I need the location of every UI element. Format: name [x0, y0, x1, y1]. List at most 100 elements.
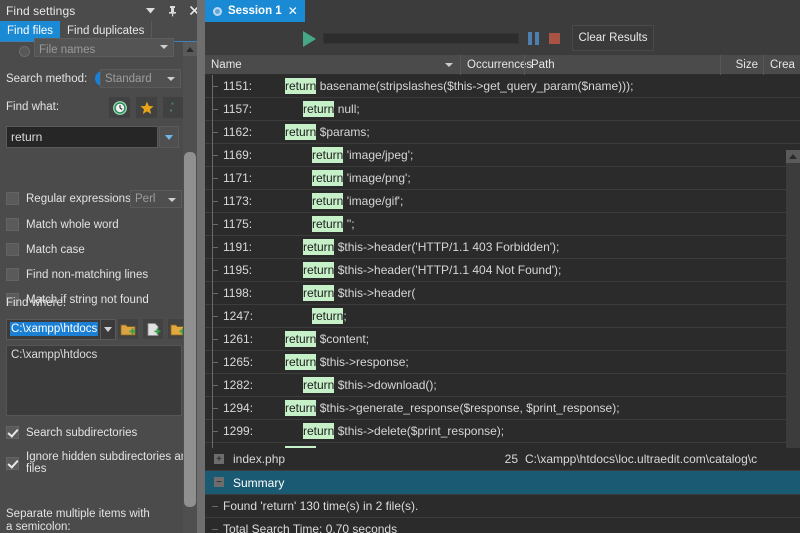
table-row[interactable]: 1175: return '';	[205, 213, 800, 236]
option-regular-expressions[interactable]: Regular expressions:	[6, 192, 134, 205]
result-code: return;	[312, 308, 347, 324]
tree-branch-icon	[212, 86, 218, 87]
tree-branch-icon	[212, 316, 218, 317]
result-code: return $this->generate_response($respons…	[285, 400, 620, 416]
option-label: Find non-matching lines	[26, 268, 149, 281]
result-code-rest: ;	[343, 309, 347, 323]
favorites-star-icon[interactable]	[135, 96, 158, 119]
list-item[interactable]: C:\xampp\htdocs	[11, 349, 181, 361]
table-row[interactable]: 1191: return $this->header('HTTP/1.1 403 …	[205, 236, 800, 259]
tab-find-files-label: Find files	[7, 25, 54, 37]
left-panel-scrollbar[interactable]	[183, 42, 197, 533]
checkbox[interactable]	[6, 426, 19, 439]
result-line-number: 1294:	[223, 401, 254, 415]
table-row[interactable]: 1171: return 'image/png';	[205, 167, 800, 190]
result-code: return $this->delete($print_response);	[303, 423, 504, 439]
table-row[interactable]: 1157: return null;	[205, 98, 800, 121]
history-clock-icon[interactable]	[108, 96, 131, 119]
result-code: return 'image/png';	[312, 170, 411, 186]
option-match-whole-word[interactable]: Match whole word	[6, 218, 119, 231]
summary-line-time: Total Search Time: 0.70 seconds	[205, 517, 800, 533]
scroll-up-icon[interactable]	[786, 150, 800, 163]
scrollbar-thumb[interactable]	[184, 152, 196, 507]
regex-wildcard-icon[interactable]: *	[162, 96, 185, 119]
pin-icon[interactable]	[166, 4, 179, 17]
results-scrollbar[interactable]	[786, 150, 800, 448]
find-where-path-list[interactable]: C:\xampp\htdocs	[6, 345, 182, 416]
table-row[interactable]: 1173: return 'image/gif';	[205, 190, 800, 213]
table-row[interactable]: 1282: return $this->download();	[205, 374, 800, 397]
result-code: return 'image/jpeg';	[312, 147, 414, 163]
option-label: Regular expressions:	[26, 192, 135, 205]
add-file-icon[interactable]	[142, 318, 164, 340]
result-code-rest: $this->response;	[316, 355, 409, 369]
table-row-file[interactable]: + index.php 25 C:\xampp\htdocs\loc.ultra…	[205, 448, 800, 471]
result-line-number: 1175:	[223, 217, 253, 231]
checkbox[interactable]	[6, 243, 19, 256]
browse-folder-icon[interactable]	[117, 318, 139, 340]
search-method-value: Standard	[105, 73, 152, 85]
search-method-combo[interactable]: Standard	[100, 69, 181, 88]
table-row[interactable]: 1261: return $content;	[205, 328, 800, 351]
column-header-label: Crea	[770, 58, 795, 71]
column-header-occurrences[interactable]: Occurrences	[460, 54, 532, 75]
find-what-dropdown-button[interactable]	[159, 126, 179, 148]
find-where-input[interactable]: C:\xampp\htdocs	[6, 319, 107, 340]
close-icon[interactable]: ✕	[288, 4, 298, 18]
table-row[interactable]: 1247: return;	[205, 305, 800, 328]
table-row[interactable]: 1198: return $this->header(	[205, 282, 800, 305]
checkbox[interactable]	[6, 192, 19, 205]
panel-splitter[interactable]	[197, 0, 205, 533]
column-header-path[interactable]: Path	[524, 54, 720, 75]
find-where-dropdown-button[interactable]	[100, 319, 116, 340]
pause-icon[interactable]	[528, 32, 540, 45]
column-header-name[interactable]: Name	[205, 55, 460, 75]
result-code-rest: 'image/jpeg';	[343, 148, 414, 162]
table-row[interactable]: 1151: return basename(stripslashes($this-…	[205, 75, 800, 98]
clear-results-button[interactable]: Clear Results	[572, 25, 654, 51]
table-row-summary[interactable]: − Summary	[205, 471, 800, 494]
checkbox[interactable]	[6, 456, 19, 470]
search-progress-bar	[323, 33, 519, 44]
option-search-subdirectories[interactable]: Search subdirectories	[6, 426, 137, 439]
table-row[interactable]: 1299: return $this->delete($print_respons…	[205, 420, 800, 443]
table-row[interactable]: 1294: return $this->generate_response($re…	[205, 397, 800, 420]
checkbox[interactable]	[6, 268, 19, 281]
column-header-created[interactable]: Crea	[763, 54, 800, 75]
table-row[interactable]: 1265: return $this->response;	[205, 351, 800, 374]
column-header-size[interactable]: Size	[720, 54, 763, 75]
regex-engine-combo[interactable]: Perl	[130, 190, 182, 208]
option-find-non-matching-lines[interactable]: Find non-matching lines	[6, 268, 148, 281]
chevron-down-icon	[168, 198, 176, 202]
result-code-rest: 'image/png';	[343, 171, 411, 185]
result-line-number: 1151:	[223, 79, 253, 93]
result-line-number: 1198:	[223, 286, 253, 300]
table-row[interactable]: 1162: return $params;	[205, 121, 800, 144]
option-ignore-hidden[interactable]: Ignore hidden subdirectories and files	[6, 451, 205, 475]
match-highlight: return	[312, 308, 344, 324]
find-where-value: C:\xampp\htdocs	[10, 322, 99, 336]
play-icon[interactable]	[303, 31, 316, 47]
option-match-case[interactable]: Match case	[6, 243, 85, 256]
match-highlight: return	[312, 193, 344, 209]
tab-session-1-label: Session 1	[228, 5, 282, 17]
tree-branch-icon	[212, 201, 218, 202]
table-row[interactable]: 1169: return 'image/jpeg';	[205, 144, 800, 167]
table-row[interactable]: 1195: return $this->header('HTTP/1.1 404 …	[205, 259, 800, 282]
collapse-icon[interactable]: −	[214, 477, 224, 487]
result-line-number: 1171:	[223, 171, 253, 185]
stop-icon[interactable]	[549, 33, 560, 44]
file-names-radio[interactable]	[19, 45, 30, 57]
chevron-down-icon	[160, 45, 168, 49]
find-what-input[interactable]: return	[6, 126, 158, 148]
scroll-up-icon[interactable]	[183, 42, 197, 56]
checkbox[interactable]	[6, 218, 19, 231]
results-list[interactable]: 1151: return basename(stripslashes($this-…	[205, 75, 800, 448]
chevron-down-icon[interactable]	[144, 4, 157, 17]
tab-session-1[interactable]: Session 1 ✕	[205, 0, 305, 22]
find-in-files-window: Find settings Find files Find duplicates…	[0, 0, 800, 533]
find-what-label: Find what:	[6, 101, 60, 113]
regex-engine-value: Perl	[135, 193, 156, 205]
match-highlight: return	[312, 170, 344, 186]
file-names-combo[interactable]: File names	[34, 38, 174, 57]
